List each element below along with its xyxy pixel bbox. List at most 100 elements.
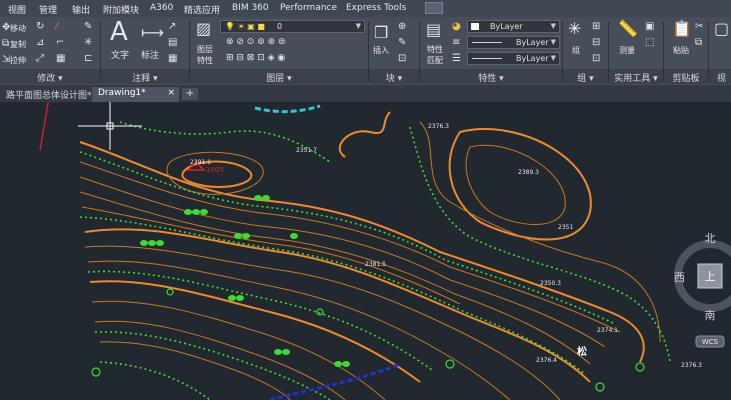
quick-calc-icon[interactable]: ▣ — [645, 21, 654, 32]
lineweight-icon: ☰ — [452, 53, 461, 64]
tab-manage[interactable]: 管理 — [39, 3, 57, 16]
erase-icon[interactable]: ✎ — [84, 21, 92, 32]
color-value: ByLayer — [490, 22, 523, 31]
block-attribute-icon[interactable]: ⊡ — [398, 53, 406, 64]
trim-icon[interactable]: ⁄ — [56, 21, 58, 32]
layer-current-value: 0 — [277, 22, 283, 31]
copy-button[interactable]: 复制 — [10, 39, 26, 50]
elevation-label: 2381.5 — [365, 261, 386, 268]
stretch-button[interactable]: 拉伸 — [10, 55, 26, 66]
drawing-canvas[interactable]: 2376.3 2351.7 2391.1 2389.3 2351 2381.5 … — [0, 102, 731, 400]
measure-icon: 📏 — [618, 19, 638, 38]
contour-line — [89, 280, 421, 383]
mirror-icon[interactable]: ⊿ — [36, 37, 44, 48]
edit-block-icon[interactable]: ✎ — [398, 37, 406, 48]
linetype-value: ByLayer — [516, 38, 549, 47]
panel-view[interactable]: 视图 — [709, 69, 731, 97]
tab-addins[interactable]: 附加模块 — [103, 3, 139, 16]
leader-icon[interactable]: ↗ — [168, 21, 176, 32]
dimension-icon: ⟼ — [141, 23, 164, 42]
linetype-dropdown[interactable]: ByLayer ▼ — [467, 36, 560, 49]
table-icon[interactable]: ▤ — [168, 37, 177, 48]
array-icon[interactable]: ▦ — [56, 53, 65, 64]
match-properties-label-2[interactable]: 匹配 — [427, 55, 443, 66]
viewcube-graphic: 北 西 上 南 WCS — [674, 232, 731, 348]
ungroup-icon[interactable]: ⊞ — [592, 21, 600, 32]
layer-properties-label-1[interactable]: 图层 — [197, 44, 213, 55]
paste-button[interactable]: 粘贴 — [673, 45, 689, 56]
viewcube-top[interactable]: 上 — [705, 270, 716, 283]
select-all-icon[interactable]: ⬚ — [645, 37, 654, 48]
chevron-down-icon: ▼ — [550, 38, 556, 46]
rotate-icon[interactable]: ↻ — [36, 21, 44, 32]
doc-tab-label: 路平面图总体设计图* — [6, 91, 92, 101]
panel-utilities[interactable]: 实用工具 ▾ — [609, 69, 663, 84]
group-select-icon[interactable]: ⊡ — [592, 53, 600, 64]
tab-express-tools[interactable]: Express Tools — [346, 3, 406, 13]
blue-route — [269, 362, 401, 400]
group-button[interactable]: 组 — [572, 45, 580, 56]
match-properties-label-1[interactable]: 特性 — [427, 44, 443, 55]
markup-icon[interactable]: ▦ — [168, 53, 177, 64]
elevation-label: 2376.4 — [536, 357, 557, 364]
dimension-button[interactable]: 标注 — [141, 48, 159, 61]
color-swatch — [471, 23, 479, 30]
measure-button[interactable]: 测量 — [619, 45, 635, 56]
elevation-label: 2376.3 — [681, 362, 702, 369]
contour-line — [99, 341, 291, 400]
elevation-label: 2351 — [558, 224, 573, 231]
offset-icon[interactable]: ⊏ — [84, 53, 92, 64]
tab-featured-apps[interactable]: 精选应用 — [184, 3, 220, 16]
insert-block-icon: ❐ — [374, 23, 389, 42]
move-button[interactable]: 移动 — [10, 23, 26, 34]
new-tab-button[interactable]: + — [182, 88, 198, 100]
tree-label: 松 — [577, 345, 587, 358]
scale-icon[interactable]: ⤢ — [36, 53, 44, 64]
wcs-label: WCS — [702, 338, 719, 346]
explode-icon[interactable]: ✳ — [84, 37, 92, 48]
panel-properties[interactable]: 特性 ▾ — [420, 69, 562, 84]
lineweight-preview — [472, 58, 502, 59]
group-edit-icon[interactable]: ⊟ — [592, 37, 600, 48]
color-dropdown[interactable]: ByLayer ▼ — [467, 20, 560, 33]
tab-bim360[interactable]: BIM 360 — [232, 3, 269, 13]
cut-icon[interactable]: ✂ — [695, 21, 703, 32]
ribbon: ✥ 移动 ⧉ 复制 ⇲ 拉伸 ↻ ⁄ ✎ ⊿ ⌐ ✳ ⤢ ▦ ⊏ 修改 ▾ A … — [0, 17, 731, 97]
lineweight-dropdown[interactable]: ByLayer ▼ — [467, 52, 560, 65]
dotted-line — [99, 361, 211, 400]
layer-tools-icons-row2[interactable]: ⊞ ⊟ ⊠ ⊡ ◈ ◉ — [226, 53, 285, 63]
text-button[interactable]: 文字 — [111, 48, 129, 61]
highlight-elevation-label: 1005 — [206, 166, 224, 174]
panel-modify[interactable]: 修改 ▾ — [0, 69, 100, 84]
layer-properties-icon: ▨ — [196, 19, 212, 38]
cyan-boundary — [254, 104, 321, 114]
viewcube-west[interactable]: 西 — [674, 271, 685, 284]
copy-clip-icon[interactable]: ⧉ — [695, 37, 702, 48]
layer-tools-icons-row1[interactable]: ⊗ ⊘ ⊙ ⊚ ⊛ ⊜ — [226, 37, 286, 47]
tab-output[interactable]: 输出 — [72, 3, 90, 16]
create-block-icon[interactable]: ⊕ — [398, 21, 406, 32]
chevron-down-icon: ▼ — [550, 22, 556, 30]
panel-layers[interactable]: 图层 ▾ — [190, 69, 368, 84]
tab-view[interactable]: 视图 — [8, 3, 26, 16]
contour-line — [79, 191, 591, 365]
close-icon[interactable]: × — [167, 88, 175, 98]
tab-performance[interactable]: Performance — [280, 3, 337, 13]
tab-a360[interactable]: A360 — [150, 3, 173, 13]
viewcube-north[interactable]: 北 — [705, 232, 716, 245]
layer-dropdown[interactable]: 💡 ☀ ▣ ■ 0 ▼ — [220, 20, 365, 33]
layer-properties-label-2[interactable]: 特性 — [197, 55, 213, 66]
fillet-icon[interactable]: ⌐ — [56, 37, 64, 48]
group-icon: ✳ — [568, 19, 582, 38]
doc-tab-drawing1[interactable]: Drawing1* × — [92, 87, 179, 102]
viewcube[interactable]: 北 西 上 南 WCS — [670, 232, 731, 352]
panel-block[interactable]: 块 ▾ — [369, 69, 419, 84]
elevation-label: 2391.1 — [190, 159, 211, 166]
layer-state-icons: 💡 ☀ ▣ ■ — [225, 22, 265, 31]
panel-groups[interactable]: 组 ▾ — [563, 69, 608, 84]
viewcube-south[interactable]: 南 — [705, 309, 716, 322]
insert-button[interactable]: 插入 — [373, 45, 389, 56]
panel-annotation[interactable]: 注释 ▾ — [101, 69, 189, 84]
panel-clipboard[interactable]: 剪贴板 — [664, 69, 708, 84]
ribbon-minimize-button[interactable] — [425, 2, 443, 14]
